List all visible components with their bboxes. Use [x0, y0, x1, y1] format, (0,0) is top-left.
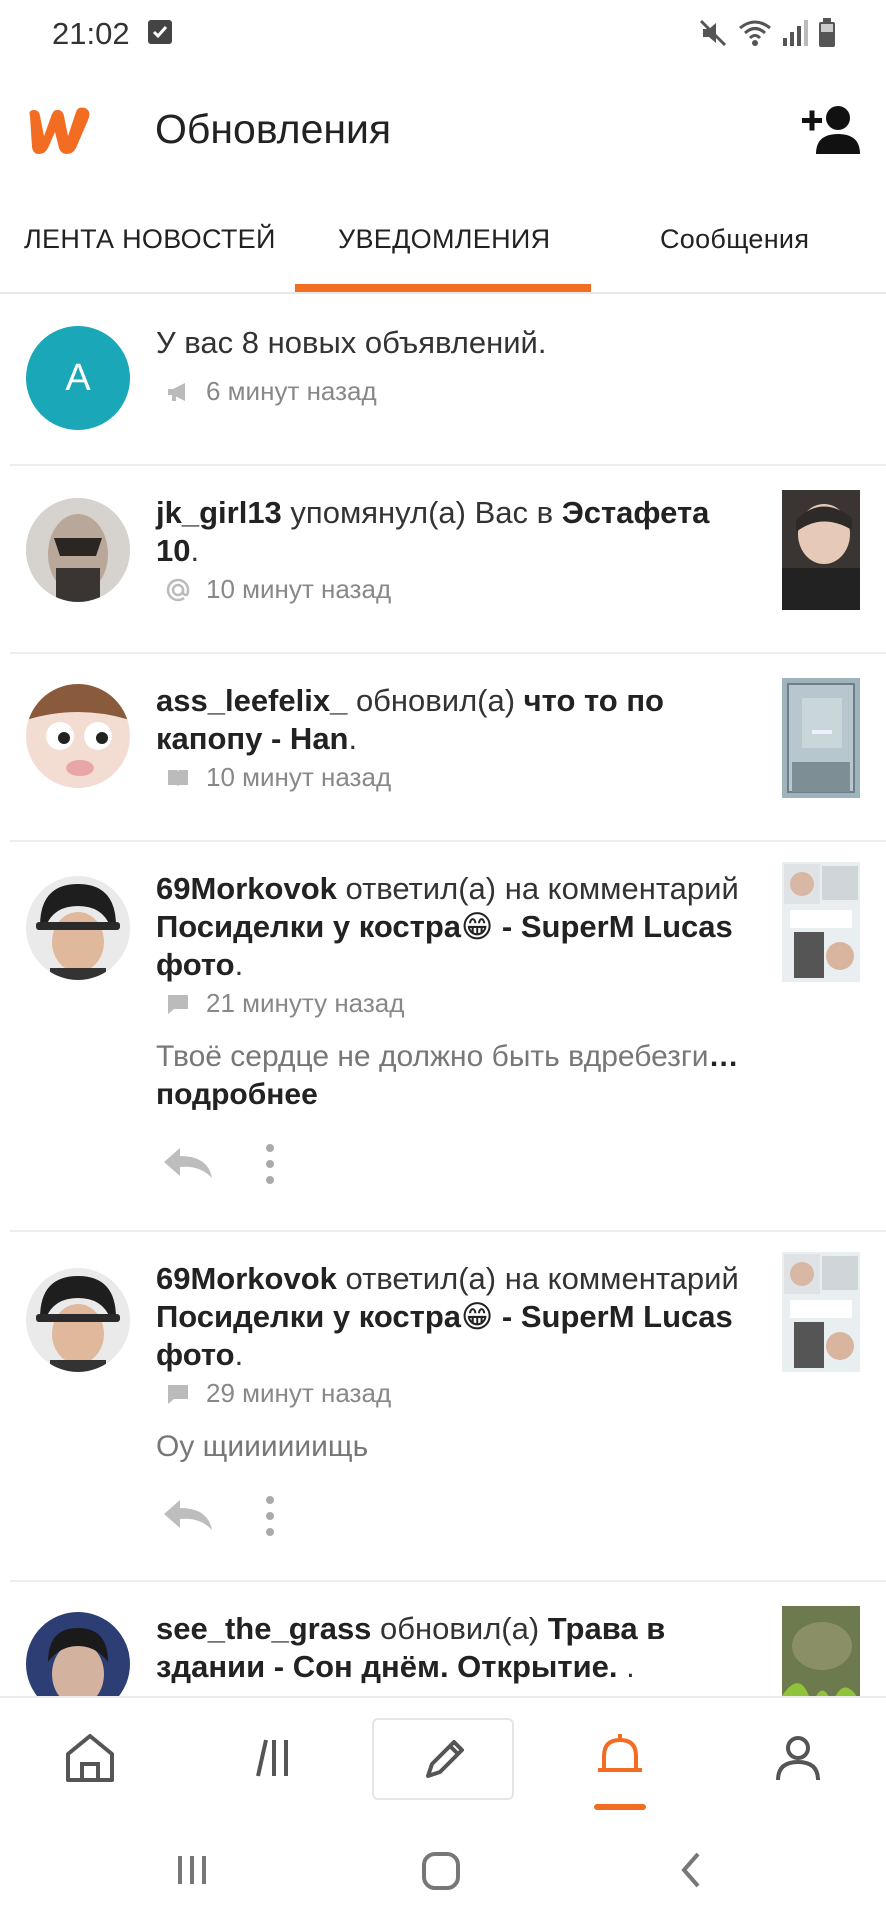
- notification-meta: 21 минуту назад: [166, 988, 404, 1019]
- notification-meta: 10 минут назад: [166, 762, 391, 793]
- at-icon: [166, 578, 190, 601]
- reply-icon[interactable]: [160, 1142, 216, 1182]
- notification-time: 6 минут назад: [206, 376, 377, 406]
- notification-action: упомянул(а) Вас в: [281, 495, 562, 530]
- notification-user[interactable]: see_the_grass: [156, 1611, 371, 1646]
- story-thumbnail[interactable]: [782, 1606, 860, 1696]
- app-bar: Обновления: [0, 72, 886, 192]
- avatar-letter: A: [65, 356, 91, 399]
- notification-mention[interactable]: jk_girl13 упомянул(а) Вас в Эстафета 10.…: [0, 466, 886, 654]
- notification-text: У вас 8 новых объявлений.: [156, 325, 547, 360]
- avatar: [26, 684, 130, 788]
- home-icon[interactable]: [60, 1728, 120, 1788]
- notification-user[interactable]: ass_leefelix_: [156, 683, 347, 718]
- notification-comment-reply[interactable]: 69Morkovok ответил(а) на комментарий Пос…: [0, 842, 886, 1232]
- notification-text: ass_leefelix_ обновил(а) что то по капоп…: [156, 682, 746, 758]
- wifi-icon: [739, 20, 771, 46]
- notification-meta: 10 минут назад: [166, 574, 391, 605]
- bell-icon[interactable]: [590, 1728, 650, 1788]
- notification-text: jk_girl13 упомянул(а) Вас в Эстафета 10.: [156, 494, 746, 570]
- checkbox-notification-icon: [148, 20, 172, 44]
- notification-suffix: .: [190, 533, 200, 568]
- back-icon[interactable]: [676, 1850, 706, 1890]
- active-nav-indicator: [594, 1804, 646, 1810]
- pencil-icon: [426, 1740, 464, 1778]
- avatar: [26, 876, 130, 980]
- notification-announcements[interactable]: A У вас 8 новых объявлений. 6 минут наза…: [0, 296, 886, 466]
- notification-user[interactable]: jk_girl13: [156, 495, 282, 530]
- notification-action: ответил(а) на комментарий: [336, 871, 739, 906]
- comment-preview: Оу щиииииищь: [156, 1428, 776, 1466]
- story-thumbnail[interactable]: [782, 862, 860, 982]
- comment-text: Твоё сердце не должно быть вдребезги: [156, 1040, 709, 1073]
- story-thumbnail[interactable]: [782, 678, 860, 798]
- comment-text: Оу щиииииищь: [156, 1430, 369, 1463]
- avatar: [26, 498, 130, 602]
- more-options-icon[interactable]: [260, 1142, 280, 1186]
- mute-icon: [699, 19, 727, 47]
- notification-time: 29 минут назад: [206, 1378, 392, 1408]
- wattpad-logo-icon[interactable]: [24, 102, 96, 158]
- story-thumbnail[interactable]: [782, 490, 860, 610]
- notification-user[interactable]: 69Morkovok: [156, 871, 337, 906]
- tab-notifications[interactable]: УВЕДОМЛЕНИЯ: [338, 224, 550, 255]
- recent-apps-icon[interactable]: [174, 1850, 214, 1890]
- notification-time: 10 минут назад: [206, 762, 392, 792]
- notification-text: see_the_grass обновил(а) Трава в здании …: [156, 1610, 746, 1686]
- add-user-button[interactable]: [800, 102, 860, 156]
- megaphone-icon: [168, 382, 185, 401]
- write-button[interactable]: [372, 1718, 514, 1800]
- status-time: 21:02: [52, 16, 130, 51]
- active-tab-indicator: [295, 284, 591, 292]
- avatar: A: [26, 326, 130, 430]
- reply-icon[interactable]: [160, 1494, 216, 1534]
- page-title: Обновления: [155, 106, 392, 152]
- notification-meta: 6 минут назад: [166, 376, 377, 407]
- notification-story-update[interactable]: see_the_grass обновил(а) Трава в здании …: [0, 1582, 886, 1696]
- notification-time: 21 минуту назад: [206, 988, 405, 1018]
- notification-suffix: .: [234, 947, 244, 982]
- notification-time: 10 минут назад: [206, 574, 392, 604]
- notification-suffix: .: [234, 1337, 244, 1372]
- notification-action: ответил(а) на комментарий: [336, 1261, 739, 1296]
- notification-text: 69Morkovok ответил(а) на комментарий Пос…: [156, 1260, 746, 1374]
- battery-icon: [819, 18, 835, 47]
- book-icon: [168, 769, 188, 787]
- avatar: [26, 1612, 130, 1696]
- status-icons: [698, 18, 836, 48]
- signal-icon: [783, 20, 808, 46]
- notification-suffix: .: [348, 721, 358, 756]
- system-home-icon[interactable]: [420, 1850, 462, 1892]
- notification-action: обновил(а): [371, 1611, 548, 1646]
- tab-news-feed[interactable]: ЛЕНТА НОВОСТЕЙ: [24, 224, 276, 255]
- tab-bar: ЛЕНТА НОВОСТЕЙ УВЕДОМЛЕНИЯ Сообщения: [0, 200, 886, 294]
- notification-story-update[interactable]: ass_leefelix_ обновил(а) что то по капоп…: [0, 654, 886, 842]
- notification-action: обновил(а): [347, 683, 524, 718]
- notification-comment-reply[interactable]: 69Morkovok ответил(а) на комментарий Пос…: [0, 1232, 886, 1582]
- library-icon[interactable]: [240, 1728, 300, 1788]
- notification-meta: 29 минут назад: [166, 1378, 391, 1409]
- comment-icon: [168, 994, 188, 1014]
- notification-user[interactable]: 69Morkovok: [156, 1261, 337, 1296]
- status-bar: 21:02: [0, 0, 886, 72]
- system-navigation: [0, 1820, 886, 1920]
- notification-text: 69Morkovok ответил(а) на комментарий Пос…: [156, 870, 746, 984]
- comment-preview: Твоё сердце не должно быть вдребезги… по…: [156, 1038, 776, 1114]
- bottom-navigation: [0, 1696, 886, 1820]
- story-thumbnail[interactable]: [782, 1252, 860, 1372]
- tab-messages[interactable]: Сообщения: [660, 224, 809, 255]
- comment-icon: [168, 1384, 188, 1404]
- avatar: [26, 1268, 130, 1372]
- notification-suffix: .: [617, 1649, 635, 1684]
- profile-icon[interactable]: [768, 1728, 828, 1788]
- more-options-icon[interactable]: [260, 1494, 280, 1538]
